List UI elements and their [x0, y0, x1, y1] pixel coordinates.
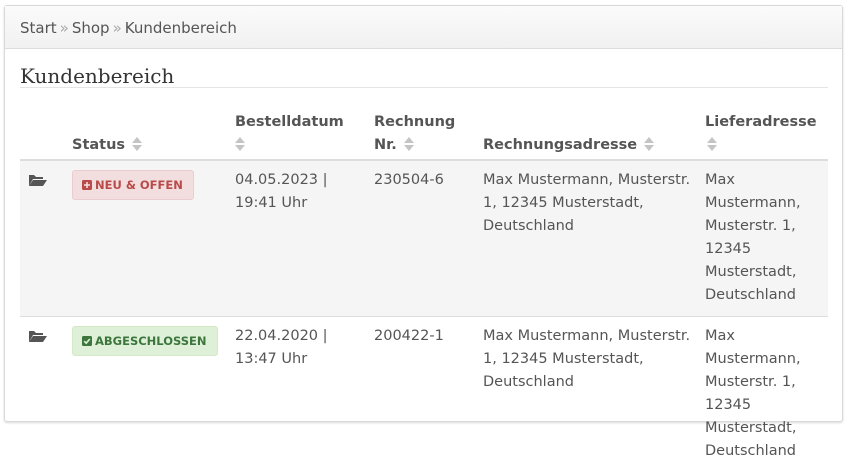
row-invoice-cell: 200422-1 [374, 317, 483, 472]
header-date-label: Bestelldatum [235, 114, 344, 130]
row-status-cell: ABGESCHLOSSEN [72, 317, 235, 472]
content-panel: Start»Shop»Kundenbereich Kundenbereich S… [4, 5, 843, 422]
check-square-icon [82, 336, 92, 346]
breadcrumb: Start»Shop»Kundenbereich [5, 6, 842, 49]
status-badge: NEU & OFFEN [72, 170, 194, 200]
order-time: 13:47 Uhr [235, 351, 307, 367]
folder-open-icon[interactable] [28, 172, 48, 186]
order-time: 19:41 Uhr [235, 195, 307, 211]
status-badge-label: NEU & OFFEN [95, 178, 183, 192]
status-badge-label: ABGESCHLOSSEN [95, 334, 207, 348]
orders-table: Status Bestelldatum Rechnung Nr. [20, 111, 828, 472]
breadcrumb-shop[interactable]: Shop [72, 19, 110, 37]
header-shipping-label: Lieferadresse [705, 114, 817, 130]
row-shipping-address: Max Mustermann, Musterstr. 1, 12345 Must… [705, 317, 828, 472]
plus-square-icon [82, 180, 92, 190]
row-shipping-address: Max Mustermann, Musterstr. 1, 12345 Must… [705, 160, 828, 317]
row-invoice-cell: 230504-6 [374, 160, 483, 317]
table-header-row: Status Bestelldatum Rechnung Nr. [20, 111, 828, 160]
breadcrumb-start[interactable]: Start [20, 19, 57, 37]
row-date-cell: 22.04.2020 | 13:47 Uhr [235, 317, 374, 472]
order-date: 22.04.2020 | [235, 328, 328, 344]
header-shipping-address[interactable]: Lieferadresse [705, 111, 828, 160]
table-row[interactable]: ABGESCHLOSSEN 22.04.2020 | 13:47 Uhr 200… [20, 317, 828, 472]
breadcrumb-separator: » [113, 19, 122, 37]
sort-icon[interactable] [132, 137, 142, 151]
header-invoice-label: Rechnung [374, 114, 455, 130]
breadcrumb-separator: » [60, 19, 69, 37]
row-status-cell: NEU & OFFEN [72, 160, 235, 317]
page-title: Kundenbereich [20, 64, 174, 88]
breadcrumb-current: Kundenbereich [125, 19, 237, 37]
folder-open-icon[interactable] [28, 328, 48, 342]
header-date[interactable]: Bestelldatum [235, 111, 374, 160]
table-row[interactable]: NEU & OFFEN 04.05.2023 | 19:41 Uhr 23050… [20, 160, 828, 317]
row-icon-cell [20, 160, 72, 317]
sort-icon[interactable] [707, 137, 717, 151]
header-status-label: Status [72, 137, 125, 153]
header-icon-column [20, 111, 72, 160]
header-status[interactable]: Status [72, 111, 235, 160]
row-billing-address: Max Mustermann, Musterstr. 1, 12345 Must… [483, 160, 705, 317]
sort-icon[interactable] [404, 137, 414, 151]
row-icon-cell [20, 317, 72, 472]
row-date-cell: 04.05.2023 | 19:41 Uhr [235, 160, 374, 317]
header-billing-label: Rechnungsadresse [483, 137, 637, 153]
sort-icon[interactable] [235, 137, 245, 151]
status-badge: ABGESCHLOSSEN [72, 326, 218, 356]
header-invoice-label-nr: Nr. [374, 137, 397, 153]
header-invoice-number[interactable]: Rechnung Nr. [374, 111, 483, 160]
order-date: 04.05.2023 | [235, 172, 328, 188]
sort-icon[interactable] [644, 137, 654, 151]
header-billing-address[interactable]: Rechnungsadresse [483, 111, 705, 160]
row-billing-address: Max Mustermann, Musterstr. 1, 12345 Must… [483, 317, 705, 472]
title-divider [20, 87, 828, 88]
